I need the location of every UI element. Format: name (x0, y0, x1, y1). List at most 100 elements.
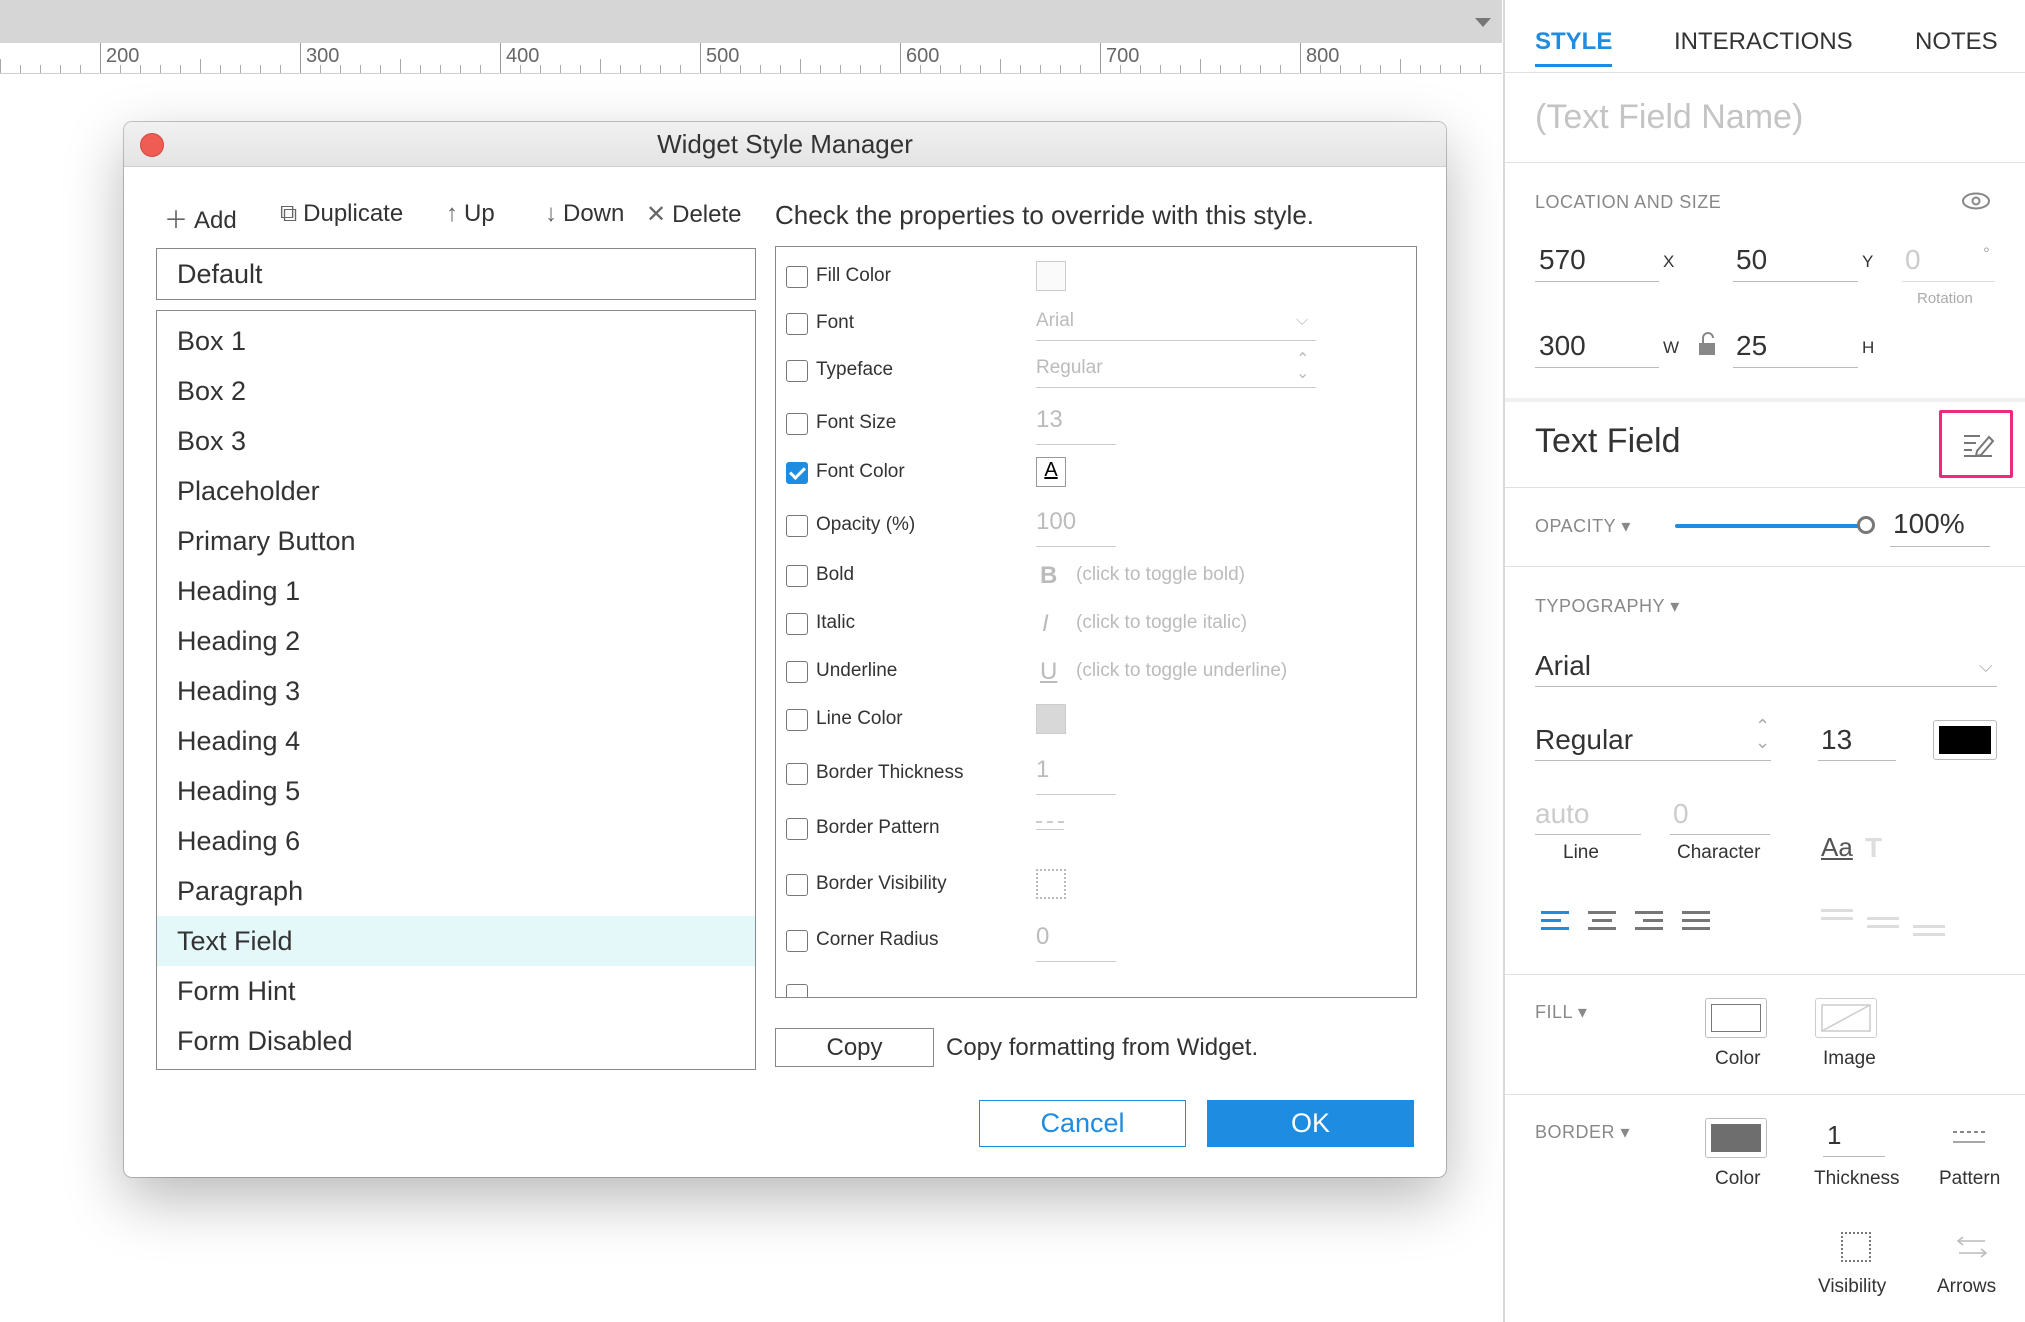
border-pattern-icon[interactable] (1953, 1128, 1985, 1148)
valign-bottom-icon[interactable] (1913, 924, 1945, 938)
y-input[interactable]: 50 (1736, 244, 1767, 276)
style-list-item[interactable]: Box 2 (157, 366, 755, 416)
text-shadow-icon[interactable]: T (1865, 832, 1882, 864)
ok-button[interactable]: OK (1207, 1100, 1414, 1147)
stepper-icon[interactable]: ⌃ ⌄ (1755, 717, 1770, 751)
valign-top-icon[interactable] (1821, 908, 1853, 922)
move-down-button[interactable]: ↓ Down (545, 200, 624, 228)
style-list[interactable]: Box 1 Box 2 Box 3 Placeholder Primary Button… (156, 310, 756, 1070)
rotation-input[interactable]: 0 (1905, 244, 1921, 276)
arrows-icon[interactable] (1955, 1232, 1989, 1262)
font-family-select[interactable]: Arial (1535, 650, 1591, 682)
style-list-item[interactable]: Form Disabled (157, 1016, 755, 1066)
typeface-select[interactable]: Regular (1535, 724, 1633, 756)
prop-line-color[interactable]: Line Color (786, 704, 1406, 736)
align-right-icon[interactable] (1635, 910, 1665, 932)
prop-font[interactable]: Font Arial ⌵ (786, 310, 1406, 341)
tab-notes[interactable]: NOTES (1915, 28, 1998, 56)
align-center-icon[interactable] (1588, 910, 1618, 932)
font-color-button[interactable] (1933, 720, 1997, 760)
char-spacing-input[interactable]: 0 (1673, 798, 1689, 830)
dropdown-arrow-icon[interactable] (1475, 18, 1491, 27)
style-list-item[interactable]: Placeholder (157, 466, 755, 516)
partial-checkbox[interactable] (786, 984, 808, 997)
canvas[interactable]: 200 300 400 500 600 700 800 Widget Style Manag… (0, 0, 1502, 1322)
eye-icon[interactable] (1961, 186, 1991, 216)
opacity-checkbox[interactable] (786, 515, 808, 537)
border-color-button[interactable] (1705, 1118, 1767, 1158)
cancel-button[interactable]: Cancel (979, 1100, 1186, 1147)
border-thickness-checkbox[interactable] (786, 763, 808, 785)
font-checkbox[interactable] (786, 313, 808, 335)
style-list-item[interactable]: Heading 6 (157, 816, 755, 866)
underline-checkbox[interactable] (786, 661, 808, 683)
property-override-panel[interactable]: Fill Color Font Arial ⌵ Typeface Regular… (775, 246, 1417, 998)
style-list-item[interactable]: Form Hint (157, 966, 755, 1016)
duplicate-style-button[interactable]: ⧉ Duplicate (280, 200, 403, 228)
opacity-heading[interactable]: OPACITY ▾ (1535, 516, 1631, 537)
typography-heading[interactable]: TYPOGRAPHY ▾ (1535, 596, 1680, 617)
fill-heading[interactable]: FILL ▾ (1535, 1002, 1587, 1023)
border-heading[interactable]: BORDER ▾ (1535, 1122, 1630, 1143)
add-style-button[interactable]: ＋ Add (164, 200, 237, 235)
opacity-slider[interactable] (1675, 524, 1865, 528)
style-list-item[interactable]: Heading 3 (157, 666, 755, 716)
prop-font-color[interactable]: Font Color A (786, 457, 1406, 489)
style-list-item[interactable]: Primary Button (157, 516, 755, 566)
x-input[interactable]: 570 (1539, 244, 1586, 276)
font-color-checkbox[interactable] (786, 462, 808, 484)
style-list-item[interactable]: Box 3 (157, 416, 755, 466)
prop-border-thickness[interactable]: Border Thickness 1 (786, 756, 1406, 795)
border-visibility-checkbox[interactable] (786, 874, 808, 896)
line-color-checkbox[interactable] (786, 709, 808, 731)
fill-image-button[interactable] (1815, 998, 1877, 1038)
widget-name-input[interactable]: (Text Field Name) (1535, 98, 1803, 137)
align-left-icon[interactable] (1541, 910, 1571, 932)
tab-interactions[interactable]: INTERACTIONS (1674, 28, 1853, 56)
font-color-icon[interactable]: A (1036, 457, 1066, 487)
prop-corner-radius[interactable]: Corner Radius 0 (786, 923, 1406, 962)
move-up-button[interactable]: ↑ Up (446, 200, 495, 228)
opacity-value[interactable]: 100% (1893, 508, 1965, 540)
line-spacing-input[interactable]: auto (1535, 798, 1590, 830)
default-style-item[interactable]: Default (156, 248, 756, 300)
w-input[interactable]: 300 (1539, 330, 1586, 362)
style-list-item[interactable]: Box 1 (157, 316, 755, 366)
delete-style-button[interactable]: ✕ Delete (646, 200, 741, 229)
fill-color-button[interactable] (1705, 998, 1767, 1038)
align-justify-icon[interactable] (1682, 910, 1712, 932)
style-list-item[interactable]: Heading 2 (157, 616, 755, 666)
border-visibility-icon[interactable] (1841, 1232, 1871, 1262)
fill-color-checkbox[interactable] (786, 266, 808, 288)
border-thickness-input[interactable]: 1 (1827, 1120, 1841, 1151)
prop-bold[interactable]: Bold B (click to toggle bold) (786, 562, 1406, 592)
style-list-item[interactable]: Heading 5 (157, 766, 755, 816)
prop-fill-color[interactable]: Fill Color (786, 261, 1406, 293)
lock-icon[interactable] (1697, 332, 1717, 356)
opacity-slider-handle[interactable] (1857, 516, 1875, 534)
prop-opacity[interactable]: Opacity (%) 100 (786, 508, 1406, 547)
text-case-icon[interactable]: Aa (1821, 832, 1853, 863)
style-list-item[interactable]: Heading 1 (157, 566, 755, 616)
corner-radius-checkbox[interactable] (786, 930, 808, 952)
prop-italic[interactable]: Italic I (click to toggle italic) (786, 610, 1406, 640)
typeface-checkbox[interactable] (786, 360, 808, 382)
prop-border-visibility[interactable]: Border Visibility (786, 869, 1406, 901)
italic-checkbox[interactable] (786, 613, 808, 635)
prop-font-size[interactable]: Font Size 13 (786, 406, 1406, 445)
close-dialog-button[interactable] (140, 133, 164, 157)
font-size-checkbox[interactable] (786, 413, 808, 435)
h-input[interactable]: 25 (1736, 330, 1767, 362)
copy-button[interactable]: Copy (775, 1028, 934, 1067)
tab-style[interactable]: STYLE (1535, 28, 1612, 56)
style-list-item[interactable]: Text Field (157, 916, 755, 966)
edit-style-highlight[interactable] (1939, 410, 2013, 478)
bold-checkbox[interactable] (786, 565, 808, 587)
prop-typeface[interactable]: Typeface Regular ⌃ ⌄ (786, 352, 1406, 388)
prop-underline[interactable]: Underline U (click to toggle underline) (786, 658, 1406, 688)
valign-middle-icon[interactable] (1867, 916, 1899, 930)
font-size-input[interactable]: 13 (1821, 724, 1852, 756)
border-pattern-checkbox[interactable] (786, 818, 808, 840)
style-list-item[interactable]: Heading 4 (157, 716, 755, 766)
prop-border-pattern[interactable]: Border Pattern (786, 815, 1406, 845)
